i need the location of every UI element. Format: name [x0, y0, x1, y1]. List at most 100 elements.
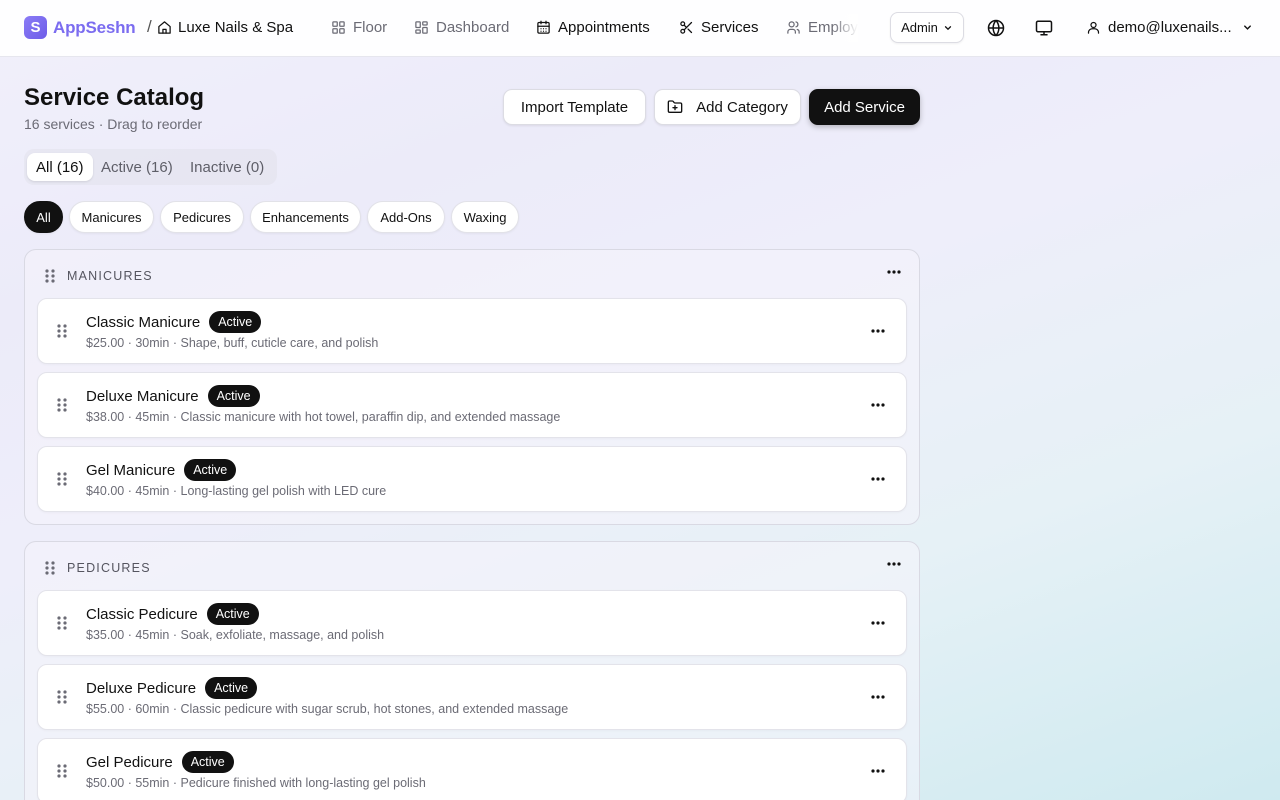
breadcrumb-separator: /	[147, 17, 152, 36]
chevron-down-icon	[944, 25, 952, 30]
users-icon	[787, 21, 800, 34]
chip-enhancements[interactable]: Enhancements	[250, 201, 361, 233]
grid-icon	[332, 21, 345, 34]
service-name: Deluxe Pedicure	[86, 679, 197, 697]
folder-plus-icon	[667, 100, 683, 113]
more-icon[interactable]	[871, 769, 885, 773]
more-icon[interactable]	[871, 621, 885, 625]
user-email: demo@luxenails...	[1108, 19, 1232, 36]
add-category-label: Add Category	[696, 98, 788, 116]
service-name: Gel Manicure	[86, 461, 176, 479]
drag-handle-icon[interactable]	[45, 561, 55, 575]
service-meta: $38.00 · 45min · Classic manicure with h…	[86, 410, 561, 424]
page-subtitle: 16 services · Drag to reorder	[24, 116, 203, 132]
status-filter-tabs: All (16) Active (16) Inactive (0)	[24, 149, 277, 185]
service-name-row: Gel Pedicure Active	[86, 751, 234, 773]
drag-handle-icon[interactable]	[57, 324, 67, 338]
status-badge: Active	[207, 385, 260, 407]
service-name-row: Classic Pedicure Active	[86, 603, 259, 625]
dashboard-icon	[415, 21, 428, 34]
drag-handle-icon[interactable]	[45, 269, 55, 283]
service-name: Classic Pedicure	[86, 605, 198, 623]
more-icon[interactable]	[887, 562, 901, 566]
add-category-button[interactable]: Add Category	[654, 89, 801, 125]
nav-item-dashboard[interactable]: Dashboard	[414, 19, 509, 36]
more-icon[interactable]	[871, 477, 885, 481]
category-title: MANICURES	[67, 269, 153, 283]
role-dropdown[interactable]: Admin	[890, 12, 964, 43]
chip-manicures[interactable]: Manicures	[69, 201, 154, 233]
more-icon[interactable]	[871, 695, 885, 699]
more-icon[interactable]	[871, 329, 885, 333]
status-badge: Active	[184, 459, 237, 481]
nav-item-services-label: Services	[701, 19, 759, 36]
scissors-icon	[680, 21, 693, 34]
app-logo[interactable]: S AppSeshn	[24, 16, 136, 39]
home-icon	[158, 21, 171, 34]
drag-handle-icon[interactable]	[57, 398, 67, 412]
logo-mark: S	[24, 16, 47, 39]
drag-handle-icon[interactable]	[57, 616, 67, 630]
service-row[interactable]: Gel Manicure Active $40.00 · 45min · Lon…	[37, 446, 907, 512]
service-name: Classic Manicure	[86, 313, 201, 331]
chip-all[interactable]: All	[24, 201, 63, 233]
tab-all[interactable]: All (16)	[27, 153, 93, 181]
drag-handle-icon[interactable]	[57, 764, 67, 778]
chip-waxing[interactable]: Waxing	[451, 201, 519, 233]
nav-item-floor-label: Floor	[353, 19, 388, 36]
tab-inactive[interactable]: Inactive (0)	[190, 159, 264, 176]
import-template-button[interactable]: Import Template	[503, 89, 646, 125]
service-meta: $25.00 · 30min · Shape, buff, cuticle ca…	[86, 336, 379, 350]
service-name-row: Deluxe Pedicure Active	[86, 677, 258, 699]
service-name-row: Classic Manicure Active	[86, 311, 262, 333]
status-badge: Active	[209, 311, 262, 333]
globe-icon	[987, 19, 1005, 37]
service-meta: $50.00 · 55min · Pedicure finished with …	[86, 776, 426, 790]
top-nav-bar: S AppSeshn / Luxe Nails & Spa Floor Dash…	[0, 0, 1280, 57]
calendar-icon	[537, 20, 550, 34]
language-button[interactable]	[987, 19, 1005, 37]
category-card-pedicures: PEDICURES Classic Pedicure Active $35.00…	[24, 541, 920, 800]
chip-add-ons[interactable]: Add-Ons	[367, 201, 445, 233]
more-icon[interactable]	[871, 403, 885, 407]
service-row[interactable]: Classic Pedicure Active $35.00 · 45min ·…	[37, 590, 907, 656]
monitor-icon	[1035, 20, 1053, 36]
chip-pedicures[interactable]: Pedicures	[160, 201, 244, 233]
nav-item-floor[interactable]: Floor	[331, 19, 387, 36]
add-service-button[interactable]: Add Service	[809, 89, 920, 125]
display-mode-button[interactable]	[1035, 19, 1053, 37]
chevron-down-icon	[1243, 25, 1251, 30]
nav-item-employees[interactable]: Employees	[786, 19, 858, 36]
category-card-manicures: MANICURES Classic Manicure Active $25.00…	[24, 249, 920, 525]
drag-handle-icon[interactable]	[57, 690, 67, 704]
user-menu[interactable]: demo@luxenails...	[1086, 19, 1253, 36]
service-row[interactable]: Classic Manicure Active $25.00 · 30min ·…	[37, 298, 907, 364]
status-badge: Active	[205, 677, 258, 699]
service-meta: $55.00 · 60min · Classic pedicure with s…	[86, 702, 569, 716]
role-dropdown-label: Admin	[901, 20, 938, 35]
breadcrumb-location[interactable]: Luxe Nails & Spa	[157, 19, 293, 36]
user-icon	[1087, 21, 1100, 34]
service-row[interactable]: Deluxe Pedicure Active $55.00 · 60min · …	[37, 664, 907, 730]
nav-item-services[interactable]: Services	[679, 19, 759, 36]
status-badge: Active	[206, 603, 259, 625]
service-row[interactable]: Deluxe Manicure Active $38.00 · 45min · …	[37, 372, 907, 438]
status-badge: Active	[181, 751, 234, 773]
nav-item-appointments[interactable]: Appointments	[536, 19, 650, 36]
page-title: Service Catalog	[24, 84, 205, 111]
service-name-row: Deluxe Manicure Active	[86, 385, 260, 407]
breadcrumb-location-label: Luxe Nails & Spa	[178, 19, 294, 36]
category-header: MANICURES	[25, 250, 919, 298]
nav-item-dashboard-label: Dashboard	[436, 19, 510, 36]
more-icon[interactable]	[887, 270, 901, 274]
service-name-row: Gel Manicure Active	[86, 459, 237, 481]
service-meta: $40.00 · 45min · Long-lasting gel polish…	[86, 484, 387, 498]
category-title: PEDICURES	[67, 561, 151, 575]
app-name: AppSeshn	[53, 17, 136, 37]
service-row[interactable]: Gel Pedicure Active $50.00 · 55min · Ped…	[37, 738, 907, 800]
tab-active[interactable]: Active (16)	[101, 159, 173, 176]
service-meta: $35.00 · 45min · Soak, exfoliate, massag…	[86, 628, 385, 642]
nav-item-employees-label: Employees	[808, 19, 858, 36]
category-header: PEDICURES	[25, 542, 919, 590]
drag-handle-icon[interactable]	[57, 472, 67, 486]
